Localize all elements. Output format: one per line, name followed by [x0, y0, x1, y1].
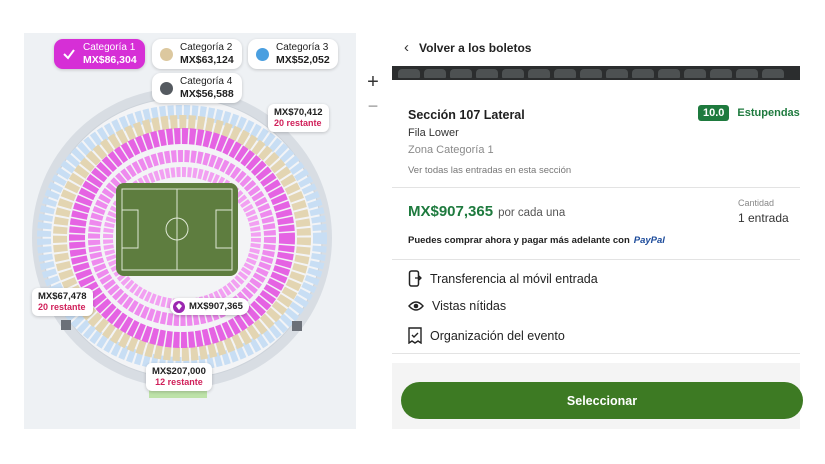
seat-view-photo — [392, 66, 800, 80]
zoom-in-button[interactable]: + — [363, 72, 383, 92]
tag-remaining: 12 restante — [155, 377, 203, 387]
category-name: Categoría 4 — [180, 76, 233, 87]
category-color-dot — [256, 47, 269, 61]
paypal-logo: PayPal — [633, 235, 665, 246]
category-chip-2[interactable]: Categoría 2 MX$63,124 — [152, 39, 242, 69]
price-unit: por cada una — [498, 207, 566, 219]
paypal-text: Puedes comprar ahora y pagar más adelant… — [408, 235, 630, 246]
quantity[interactable]: Cantidad 1 entrada — [738, 198, 789, 225]
seat-row: Fila Lower — [408, 127, 459, 139]
rating-score: 10.0 — [698, 105, 730, 121]
feature-clear-view: Vistas nítidas — [408, 299, 506, 313]
category-chip-1[interactable]: Categoría 1 MX$86,304 — [54, 39, 145, 69]
tag-remaining: 20 restante — [38, 302, 86, 312]
rating: 10.0 Estupendas — [698, 105, 800, 121]
chevron-left-icon: ‹ — [404, 39, 409, 56]
feature-mobile-transfer: Transferencia al móvil entrada — [408, 270, 598, 287]
mobile-ticket-icon — [408, 270, 422, 287]
feature-label: Transferencia al móvil entrada — [430, 271, 598, 286]
category-name: Categoría 1 — [83, 42, 136, 53]
back-label: Volver a los boletos — [419, 40, 532, 55]
category-chip-4[interactable]: Categoría 4 MX$56,588 — [152, 73, 242, 103]
view-all-tickets-link[interactable]: Ver todas las entradas en esta sección — [408, 165, 571, 176]
tag-price: MX$207,000 — [152, 366, 206, 377]
category-chip-3[interactable]: Categoría 3 MX$52,052 — [248, 39, 338, 69]
category-price: MX$63,124 — [180, 54, 234, 66]
map-price-tag-bottom[interactable]: MX$207,000 12 restante — [146, 363, 212, 391]
stadium-map[interactable]: Categoría 1 MX$86,304 Categoría 2 MX$63,… — [24, 33, 356, 429]
divider — [392, 259, 800, 260]
back-button[interactable]: ‹ Volver a los boletos — [404, 39, 531, 56]
map-price-tag-left[interactable]: MX$67,478 20 restante — [32, 288, 93, 316]
feature-label: Vistas nítidas — [432, 299, 507, 313]
verified-ticket-icon — [408, 327, 422, 344]
feature-event-organizer: Organización del evento — [408, 327, 565, 344]
section-title: Sección 107 Lateral — [408, 108, 525, 122]
selected-section-tag[interactable]: MX$907,365 — [170, 298, 249, 315]
map-price-tag-top-right[interactable]: MX$70,412 20 restante — [268, 104, 329, 132]
tag-remaining: 20 restante — [274, 118, 322, 128]
category-price: MX$56,588 — [180, 88, 234, 100]
seat-zone: Zona Categoría 1 — [408, 144, 494, 156]
tag-price: MX$70,412 — [274, 107, 323, 118]
category-name: Categoría 2 — [180, 42, 233, 53]
eye-icon — [408, 301, 424, 311]
category-color-dot — [160, 81, 173, 95]
paypal-notice: Puedes comprar ahora y pagar más adelant… — [408, 235, 665, 246]
quantity-value: 1 entrada — [738, 211, 789, 225]
quantity-label: Cantidad — [738, 198, 775, 208]
tag-price: MX$67,478 — [38, 291, 87, 302]
rating-label: Estupendas — [737, 107, 800, 119]
check-icon — [63, 49, 75, 60]
tag-price: MX$907,365 — [189, 301, 243, 312]
ticket-details-panel: ‹ Volver a los boletos Sección 107 Later… — [392, 33, 803, 429]
category-name: Categoría 3 — [276, 42, 329, 53]
select-button[interactable]: Seleccionar — [401, 382, 803, 419]
zoom-out-button[interactable]: − — [363, 96, 383, 116]
divider — [392, 353, 800, 354]
price-block: MX$907,365 por cada una — [408, 203, 565, 220]
category-color-dot — [160, 47, 173, 61]
ticket-tag-icon — [173, 300, 185, 313]
divider — [392, 187, 800, 188]
feature-label: Organización del evento — [430, 328, 565, 343]
category-price: MX$52,052 — [276, 54, 330, 66]
category-price: MX$86,304 — [83, 54, 137, 66]
ticket-price: MX$907,365 — [408, 203, 494, 220]
